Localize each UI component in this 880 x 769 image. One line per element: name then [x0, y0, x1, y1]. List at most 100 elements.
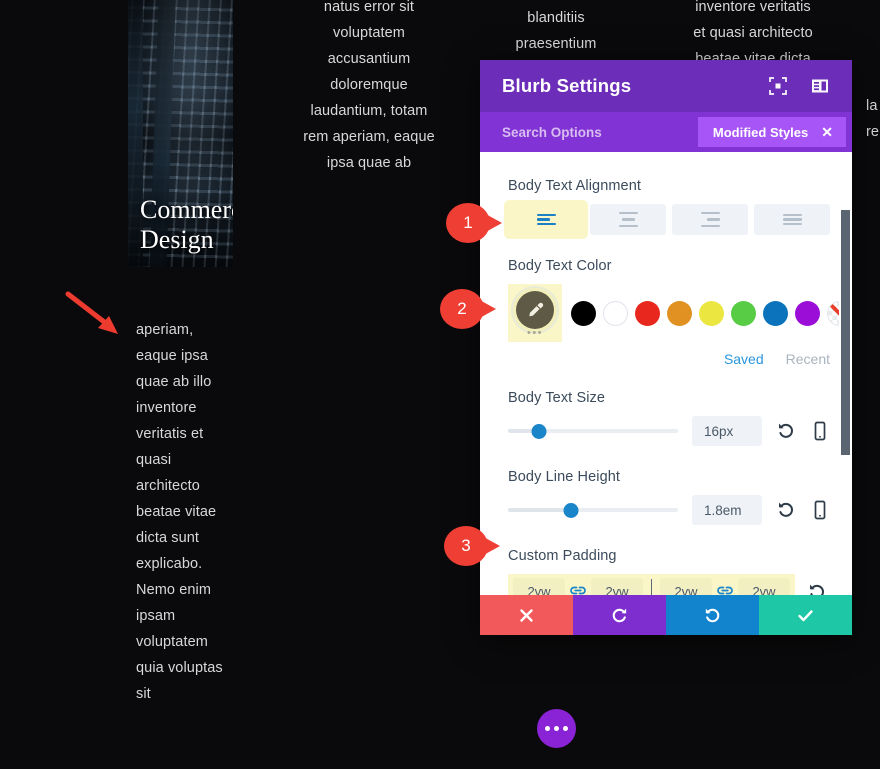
swatch-blue[interactable] — [763, 300, 788, 326]
text-column-blanditiis: blanditiis praesentium — [482, 5, 630, 57]
text-line: et quasi architecto — [693, 25, 813, 41]
text-line: voluptatem — [333, 25, 405, 41]
more-options-button[interactable] — [537, 709, 576, 748]
text-size-value[interactable]: 16px — [692, 416, 762, 446]
swatch-green[interactable] — [731, 300, 756, 326]
padding-top-input[interactable]: 2vw — [513, 578, 565, 595]
text-line: praesentium — [515, 36, 597, 52]
marker-tip — [476, 298, 496, 320]
padding-left-input[interactable]: 2vw — [660, 578, 712, 595]
text-line: quia voluptas — [136, 660, 223, 676]
mobile-icon[interactable] — [810, 499, 830, 521]
text-line: laudantium, totam — [310, 103, 428, 119]
tab-recent-colors[interactable]: Recent — [786, 351, 830, 367]
text-line: beatae vitae — [136, 504, 217, 520]
text-line: quae ab illo — [136, 374, 212, 390]
red-arrow — [65, 291, 118, 334]
marker-tip — [480, 535, 500, 557]
padding-inputs: 2vw 2vw 2vw 2vw — [508, 574, 795, 595]
align-center-button[interactable] — [590, 204, 666, 235]
scrollbar-thumb[interactable] — [841, 210, 850, 455]
swatch-red[interactable] — [635, 300, 660, 326]
header-icon-group — [768, 76, 830, 96]
field-label: Body Line Height — [508, 469, 621, 485]
text-line: rem — [866, 124, 880, 140]
save-button[interactable] — [759, 595, 852, 635]
field-label: Body Text Alignment — [508, 178, 642, 194]
reset-icon[interactable] — [807, 581, 827, 595]
text-line: inventore — [136, 400, 197, 416]
text-line: Nemo enim — [136, 582, 212, 598]
fullscreen-icon[interactable] — [768, 76, 788, 96]
text-line: accusantium — [327, 51, 411, 67]
redo-icon — [705, 608, 720, 622]
slider-knob[interactable] — [563, 503, 579, 518]
page-title: Blurb Settings — [502, 75, 632, 96]
color-swatch-row: ••• — [508, 284, 852, 342]
text-size-slider[interactable] — [508, 423, 678, 439]
close-icon — [520, 608, 533, 622]
dot — [545, 726, 550, 731]
align-right-button[interactable] — [672, 204, 748, 235]
marker-tip — [482, 212, 502, 234]
line-height-value[interactable]: 1.8em — [692, 495, 762, 525]
text-line: doloremque — [330, 77, 408, 93]
padding-row: 2vw 2vw 2vw 2vw — [508, 574, 852, 595]
search-input[interactable] — [502, 124, 698, 140]
callout-marker-1: 1 — [446, 203, 502, 243]
text-column-left-body: aperiam, eaque ipsa quae ab illo invento… — [136, 317, 266, 707]
text-line: blanditiis — [527, 10, 585, 26]
undo-button[interactable] — [573, 595, 666, 635]
slider-fill — [508, 508, 571, 512]
text-line: architecto — [136, 478, 200, 494]
modified-styles-label: Modified Styles — [712, 124, 809, 140]
text-line: natus error sit — [323, 0, 415, 15]
padding-bottom-input[interactable]: 2vw — [591, 578, 643, 595]
swatch-orange[interactable] — [667, 300, 692, 326]
align-justify-button[interactable] — [754, 204, 830, 235]
modified-styles-filter[interactable]: Modified Styles ✕ — [697, 117, 846, 147]
dot — [554, 726, 559, 731]
eyedropper-button[interactable] — [516, 291, 554, 329]
swatch-yellow[interactable] — [699, 300, 724, 326]
more-colors-icon[interactable]: ••• — [527, 328, 543, 339]
cancel-button[interactable] — [480, 595, 573, 635]
undo-icon — [612, 608, 627, 622]
blurb-settings-modal: Blurb Settings M — [480, 60, 852, 635]
modal-header: Blurb Settings — [480, 60, 852, 112]
checkmark-icon — [798, 609, 813, 621]
hero-image: Commercial Design — [128, 0, 233, 267]
dot — [563, 726, 568, 731]
field-body-text-alignment: Body Text Alignment — [508, 178, 830, 235]
padding-right-input[interactable]: 2vw — [738, 578, 790, 595]
redo-button[interactable] — [666, 595, 759, 635]
link-icon[interactable] — [569, 583, 587, 595]
close-icon[interactable]: ✕ — [821, 125, 833, 139]
line-height-slider[interactable] — [508, 502, 678, 518]
text-line: inventore veritatis — [695, 0, 811, 15]
scrollbar-track[interactable] — [839, 152, 852, 595]
dock-panel-icon[interactable] — [810, 76, 830, 96]
padding-divider — [651, 579, 652, 595]
slider-knob[interactable] — [531, 424, 547, 439]
field-custom-padding: Custom Padding 2vw 2vw 2vw 2vw — [508, 548, 852, 595]
link-icon[interactable] — [716, 583, 734, 595]
tab-saved-colors[interactable]: Saved — [724, 351, 764, 367]
field-label: Body Text Size — [508, 390, 606, 406]
eyedropper-icon — [529, 302, 544, 317]
callout-marker-2: 2 — [440, 289, 496, 329]
align-left-button[interactable] — [508, 204, 584, 235]
reset-icon[interactable] — [776, 499, 796, 521]
swatch-black[interactable] — [571, 300, 596, 326]
reset-icon[interactable] — [776, 420, 796, 442]
color-tabs: Saved Recent — [508, 351, 830, 367]
mobile-icon[interactable] — [810, 420, 830, 442]
hero-caption: Commercial Design — [140, 195, 233, 254]
text-column-center-top: natus error sit voluptatem accusantium d… — [288, 0, 450, 176]
swatch-purple[interactable] — [795, 300, 820, 326]
slider-row: 1.8em — [508, 495, 830, 525]
modal-footer — [480, 595, 852, 635]
swatch-white[interactable] — [603, 300, 628, 326]
callout-marker-3: 3 — [444, 526, 500, 566]
field-label: Custom Padding — [508, 548, 617, 564]
